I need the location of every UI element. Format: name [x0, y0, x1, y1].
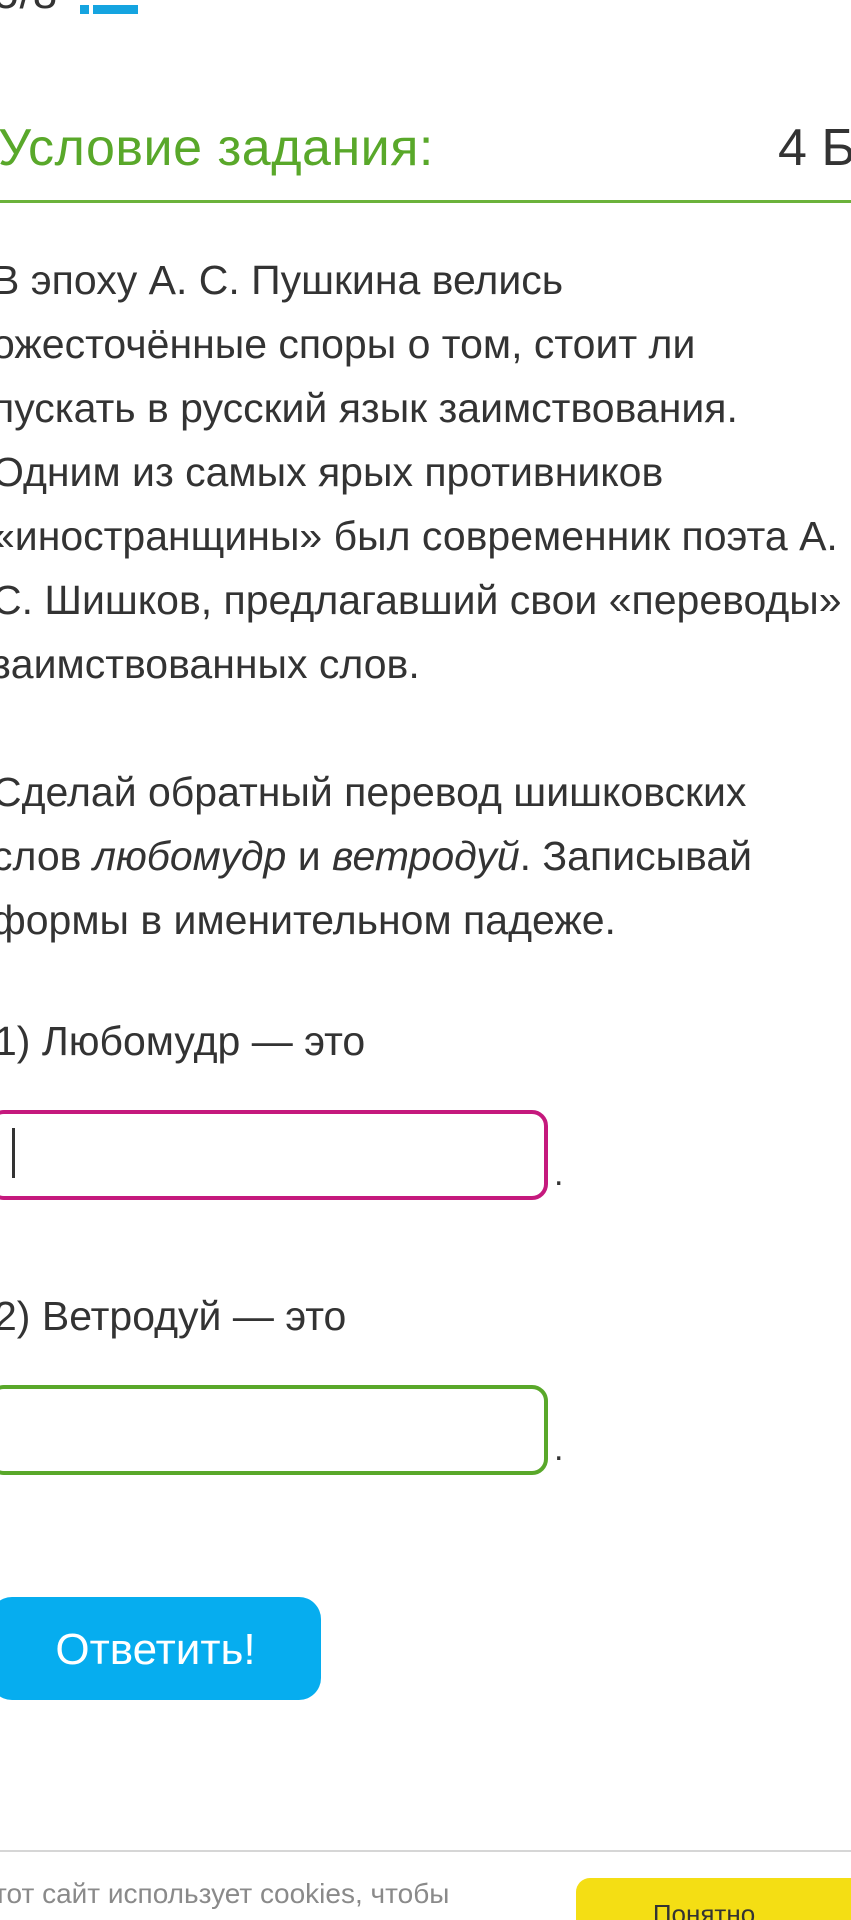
task-points: 4 Б. — [778, 119, 851, 177]
task-text: слов — [0, 833, 93, 879]
answer-1-row: . — [0, 1104, 563, 1200]
list-icon[interactable] — [80, 0, 139, 15]
task-line: Сделай обратный перевод шишковских — [0, 769, 747, 815]
cookie-banner: тот сайт использует cookies, чтобы Понят… — [0, 1850, 851, 1920]
task-line: С. Шишков, предлагавший свои «переводы» — [0, 577, 842, 623]
task-text: и — [286, 833, 332, 879]
task-statement: В эпоху А. С. Пушкина велись ожесточённы… — [0, 248, 851, 952]
answer-2-input[interactable] — [0, 1385, 548, 1475]
text-caret — [12, 1128, 15, 1178]
cookie-accept-button[interactable]: Понятно — [576, 1878, 851, 1920]
task-paragraph-1: В эпоху А. С. Пушкина велись ожесточённы… — [0, 248, 851, 696]
question-1-label: 1) Любомудр — это — [0, 1018, 366, 1064]
task-header: Условие задания: 4 Б. — [0, 112, 851, 203]
task-line: пускать в русский язык заимствования. — [0, 385, 738, 431]
task-line: ожесточённые споры о том, стоит ли — [0, 321, 696, 367]
task-line: формы в именительном падеже. — [0, 897, 616, 943]
task-line: «иностранщины» был современник поэта А. — [0, 513, 838, 559]
cookie-text: тот сайт использует cookies, чтобы — [0, 1878, 450, 1909]
task-line: Одним из самых ярых противников — [0, 449, 664, 495]
task-title: Условие задания: — [0, 119, 434, 177]
answer-2-row: . — [0, 1379, 563, 1475]
answer-2-period: . — [554, 1430, 564, 1468]
progress-counter: 5/8 — [0, 0, 58, 19]
task-line: заимствованных слов. — [0, 641, 420, 687]
answer-1-period: . — [554, 1155, 564, 1193]
word-vetroduy: ветродуй — [331, 833, 520, 879]
task-page: 5/8 Условие задания: 4 Б. В эпоху А. С. … — [0, 0, 851, 1920]
progress-indicator: 5/8 — [0, 0, 139, 24]
question-2-label: 2) Ветродуй — это — [0, 1293, 347, 1339]
word-lyubomudr: любомудр — [92, 833, 287, 879]
answer-1-input[interactable] — [0, 1110, 548, 1200]
submit-button[interactable]: Ответить! — [0, 1597, 321, 1700]
task-text: . Записывай — [519, 833, 753, 879]
task-line: В эпоху А. С. Пушкина велись — [0, 257, 564, 303]
task-paragraph-2: Сделай обратный перевод шишковских слов … — [0, 760, 851, 952]
